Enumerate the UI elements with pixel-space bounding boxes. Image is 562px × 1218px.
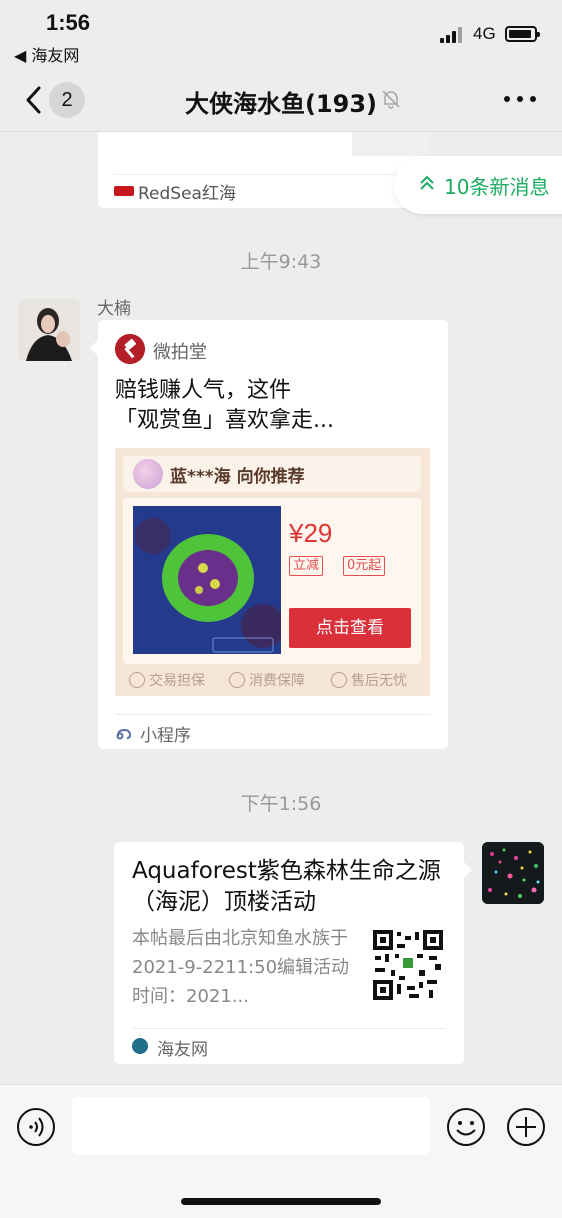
mini-program-label: 小程序 [140, 726, 191, 746]
mini-program-poster: 蓝***海 向你推荐 ¥29 立减 0元起 点击查看 交易担保 消费保障 售后无… [115, 448, 430, 696]
status-time: 1:56 [46, 10, 91, 35]
mini-program-card[interactable]: 微拍堂 赔钱赚人气，这件 「观赏鱼」喜欢拿走... 蓝***海 向你推荐 ¥29… [90, 320, 448, 749]
link-description: 本帖最后由北京知鱼水族于2021-9-2211:50编辑活动时间：2021... [132, 928, 350, 1007]
product-box: ¥29 立减 0元起 点击查看 [123, 498, 421, 664]
more-icon[interactable] [504, 96, 536, 104]
guarantee-item: 交易担保 [129, 670, 205, 690]
mini-program-icon [116, 728, 132, 740]
gavel-logo-icon [115, 334, 145, 364]
link-title: Aquaforest紫色森林生命之源（海泥）顶楼活动 [132, 858, 441, 915]
back-to-app-link[interactable]: ◀ 海友网 [14, 42, 79, 66]
battery-icon [505, 26, 540, 42]
signal-icon [440, 27, 466, 43]
qr-code-icon [373, 930, 443, 1000]
home-indicator[interactable] [181, 1198, 381, 1205]
product-price: ¥29 [289, 518, 333, 548]
new-messages-pill[interactable]: 10条新消息 [394, 156, 562, 214]
guarantee-item: 售后无忧 [331, 670, 407, 690]
view-button[interactable]: 点击查看 [289, 608, 411, 648]
network-type: 4G [473, 24, 496, 43]
sender-name: 大楠 [97, 299, 131, 319]
source-logo-icon [132, 1038, 148, 1054]
redsea-logo-icon [114, 186, 134, 196]
recommender-avatar [133, 459, 163, 489]
timestamp: 上午9:43 [240, 251, 322, 273]
discount-tag: 立减 [289, 556, 324, 576]
title-line: 赔钱赚人气，这件 [115, 378, 292, 403]
card-thumbnail [352, 132, 430, 156]
shield-icon [229, 672, 245, 688]
chevron-left-icon[interactable] [22, 82, 46, 118]
unread-badge[interactable]: 2 [49, 82, 85, 118]
emoji-icon[interactable] [446, 1107, 486, 1147]
status-bar: 1:56 ◀ 海友网 4G [0, 0, 562, 72]
avatar[interactable] [18, 299, 80, 361]
card-source: RedSea红海 [138, 184, 236, 204]
chat-title: 大侠海水鱼(193) [184, 90, 378, 118]
timestamp: 下午1:56 [240, 793, 322, 815]
voice-icon[interactable] [16, 1107, 56, 1147]
recommend-bar: 蓝***海 向你推荐 [123, 456, 421, 492]
guarantee-item: 消费保障 [229, 670, 305, 690]
recommend-text: 蓝***海 向你推荐 [170, 467, 305, 487]
title-line: 「观赏鱼」喜欢拿走... [115, 408, 334, 433]
link-card[interactable]: Aquaforest紫色森林生命之源（海泥）顶楼活动 本帖最后由北京知鱼水族于2… [114, 842, 472, 1064]
message-input[interactable] [72, 1097, 430, 1155]
new-messages-label: 10条新消息 [444, 175, 550, 199]
shield-icon [331, 672, 347, 688]
link-source: 海友网 [157, 1040, 208, 1060]
bell-off-icon [382, 90, 400, 109]
start-price-tag: 0元起 [343, 556, 386, 576]
product-image [133, 506, 281, 654]
chat-header: 2 大侠海水鱼(193) [0, 72, 562, 132]
avatar[interactable] [482, 842, 544, 904]
mini-program-name: 微拍堂 [153, 342, 207, 363]
double-chevron-up-icon [420, 175, 434, 190]
plus-icon[interactable] [506, 1107, 546, 1147]
shared-card-partial[interactable]: RedSea红海 [98, 132, 430, 208]
shield-icon [129, 672, 145, 688]
mini-program-title: 赔钱赚人气，这件 「观赏鱼」喜欢拿走... [115, 376, 435, 436]
